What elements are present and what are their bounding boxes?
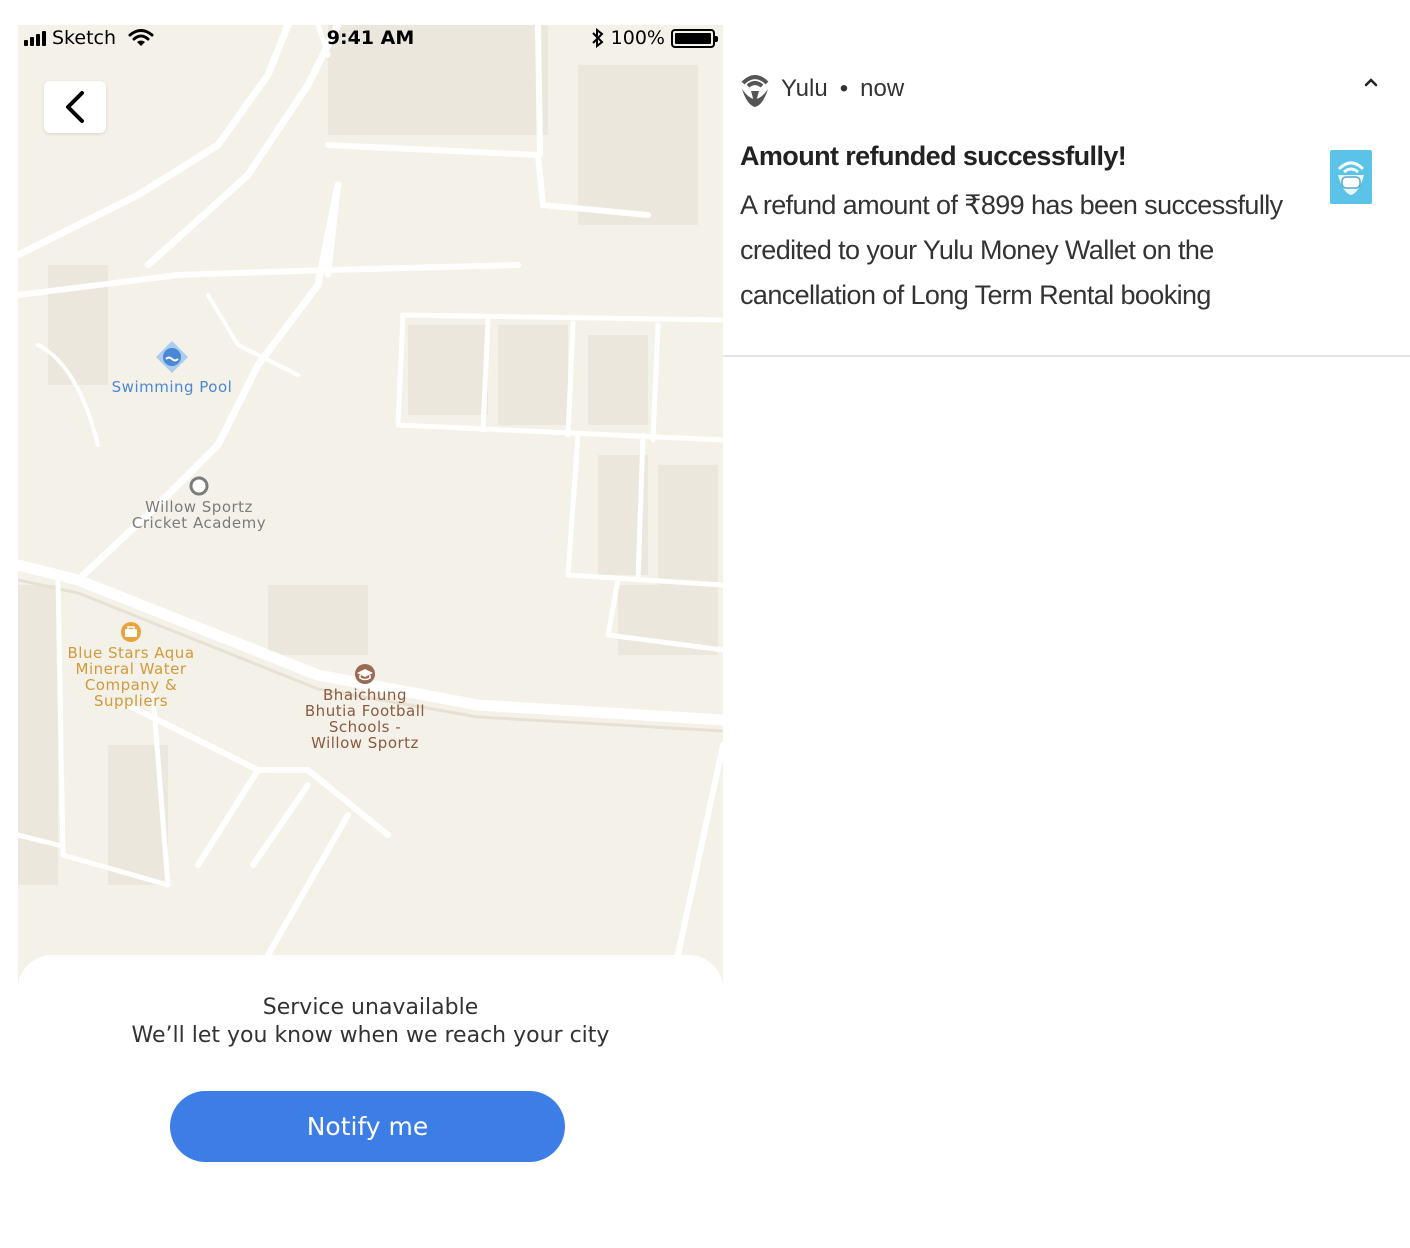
swimming-pool-icon [156,341,188,373]
notify-me-button[interactable]: Notify me [170,1091,565,1162]
notification-title: Amount refunded successfully! [740,141,1127,171]
status-bar: Sketch 9:41 AM 100% [18,25,723,55]
poi-label: Bhaichung Bhutia Football Schools - Will… [304,686,426,752]
notification-time: now [860,75,905,102]
poi-bhaichung[interactable]: Bhaichung Bhutia Football Schools - Will… [280,663,450,751]
yulu-masked-icon [1330,150,1372,204]
bluetooth-icon [591,28,604,48]
chevron-left-icon [66,91,84,123]
battery-percent: 100% [610,27,665,49]
status-right: 100% [591,27,718,49]
yulu-logo-icon [741,75,769,107]
poi-label: Blue Stars Aqua Mineral Water Company & … [67,644,195,710]
location-dot-icon [189,476,209,496]
chevron-up-icon[interactable] [1364,77,1378,87]
poi-blue-stars[interactable]: Blue Stars Aqua Mineral Water Company & … [46,621,216,709]
back-button[interactable] [44,81,106,133]
poi-label: Swimming Pool [111,378,233,396]
notification-body: A refund amount of ₹899 has been success… [740,190,1283,310]
battery-icon [671,28,718,48]
service-sheet: Service unavailable We’ll let you know w… [18,955,723,1248]
poi-swimming-pool[interactable]: Swimming Pool [92,337,252,395]
sheet-title: Service unavailable [262,995,479,1020]
poi-label: Willow Sportz Cricket Academy [131,498,267,532]
poi-willow-sportz[interactable]: Willow Sportz Cricket Academy [114,475,284,531]
header-separator: • [839,75,849,102]
phone-screen: Swimming Pool Willow Sportz Cricket Acad… [18,25,723,1248]
notification-card[interactable]: Yulu • now Amount refunded successfully!… [723,25,1410,357]
school-icon [355,664,375,684]
yulu-mask-graphic [1337,161,1365,195]
notification-header: Yulu • now [739,69,904,109]
briefcase-icon [121,622,141,642]
sheet-subtitle: We’ll let you know when we reach your ci… [131,1023,610,1048]
map-view[interactable]: Swimming Pool Willow Sportz Cricket Acad… [18,25,723,985]
app-name: Yulu [781,75,828,102]
